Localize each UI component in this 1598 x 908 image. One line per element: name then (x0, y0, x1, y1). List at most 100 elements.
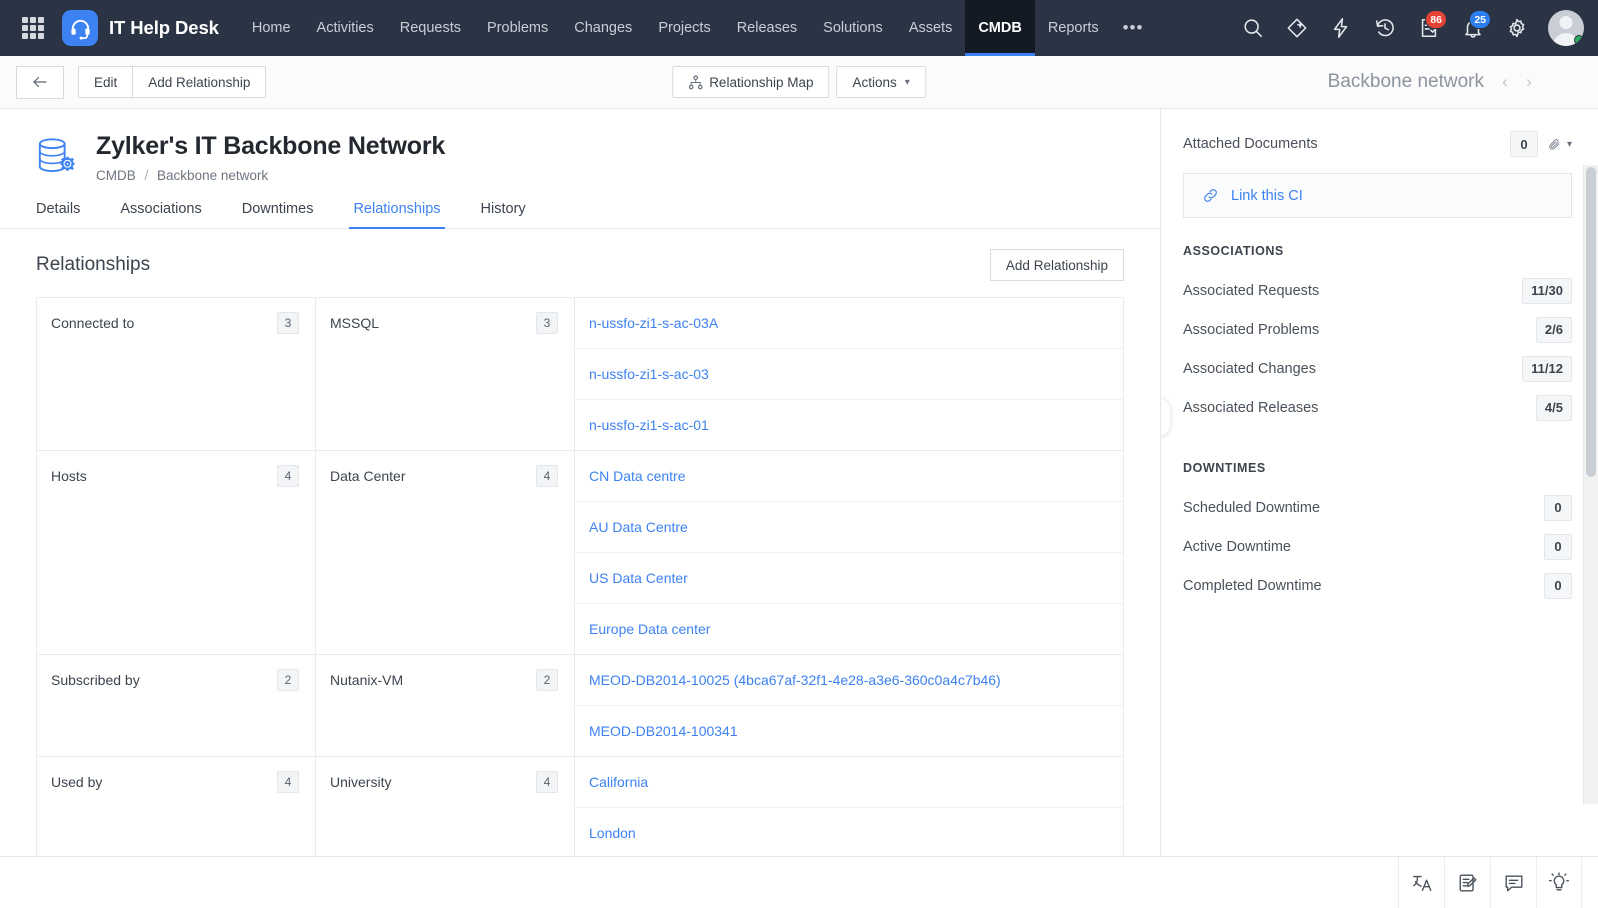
top-nav-actions: 86 25 (1234, 9, 1584, 47)
online-status-dot (1574, 35, 1584, 45)
tab-history[interactable]: History (481, 201, 526, 228)
relationships-table-body: Connected to 3 MSSQL 3 (37, 298, 1124, 857)
page-scrollbar[interactable] (1583, 165, 1598, 804)
ci-type-count: 4 (536, 771, 558, 793)
related-ci-link[interactable]: London (575, 808, 1123, 856)
nav-item-changes[interactable]: Changes (561, 0, 645, 56)
nav-item-problems[interactable]: Problems (474, 0, 561, 56)
app-logo-headset-icon[interactable] (62, 10, 98, 46)
relationship-type-cell: Hosts 4 (37, 451, 316, 655)
tab-details[interactable]: Details (36, 201, 80, 228)
active-downtime-row[interactable]: Active Downtime 0 (1183, 527, 1572, 566)
history-clock-icon[interactable] (1366, 9, 1404, 47)
relationship-type-label: Used by (51, 774, 269, 790)
list-item: MEOD-DB2014-10025 (4bca67af-32f1-4e28-a3… (575, 655, 1123, 706)
related-ci-link[interactable]: n-ussfo-zi1-s-ac-01 (575, 400, 1123, 450)
nav-item-home[interactable]: Home (239, 0, 304, 56)
ci-type-count: 2 (536, 669, 558, 691)
nav-item-projects[interactable]: Projects (645, 0, 723, 56)
attached-documents-row: Attached Documents 0 ▾ (1183, 131, 1572, 173)
associated-problems-row[interactable]: Associated Problems 2/6 (1183, 310, 1572, 349)
search-icon[interactable] (1234, 9, 1272, 47)
attach-file-icon[interactable]: ▾ (1547, 137, 1572, 152)
related-ci-link[interactable]: US Data Center (575, 553, 1123, 603)
nav-item-activities[interactable]: Activities (304, 0, 387, 56)
list-item: MEOD-DB2014-100341 (575, 706, 1123, 756)
record-tabs: Details Associations Downtimes Relations… (0, 201, 1160, 229)
breadcrumb-leaf[interactable]: Backbone network (157, 168, 268, 183)
tab-associations[interactable]: Associations (120, 201, 201, 228)
page-scrollbar-thumb[interactable] (1586, 167, 1596, 477)
ci-type-title: Backbone network (1328, 71, 1484, 93)
relationship-map-button[interactable]: Relationship Map (672, 66, 829, 98)
compose-note-icon[interactable] (1444, 857, 1490, 908)
scheduled-downtime-value: 0 (1544, 495, 1572, 521)
actions-label: Actions (853, 75, 897, 90)
associated-releases-label: Associated Releases (1183, 400, 1536, 416)
nav-item-assets[interactable]: Assets (896, 0, 966, 56)
translate-icon[interactable] (1398, 857, 1444, 908)
associated-changes-row[interactable]: Associated Changes 11/12 (1183, 349, 1572, 388)
related-ci-link[interactable]: California (575, 757, 1123, 807)
next-record-chevron-icon[interactable]: › (1518, 67, 1540, 97)
actions-dropdown-button[interactable]: Actions ▾ (837, 66, 926, 98)
related-ci-link[interactable]: MEOD-DB2014-10025 (4bca67af-32f1-4e28-a3… (575, 655, 1123, 705)
relationship-map-label: Relationship Map (709, 75, 813, 90)
ci-type-cell: Data Center 4 (316, 451, 575, 655)
link-this-ci-button[interactable]: Link this CI (1183, 173, 1572, 218)
quick-actions-bolt-icon[interactable] (1322, 9, 1360, 47)
headset-icon (69, 17, 92, 40)
associations-section-title: ASSOCIATIONS (1183, 244, 1572, 258)
related-ci-link[interactable]: Europe Data center (575, 604, 1123, 654)
back-button[interactable] (16, 66, 64, 99)
nav-item-releases[interactable]: Releases (724, 0, 810, 56)
tab-downtimes[interactable]: Downtimes (242, 201, 314, 228)
related-ci-link[interactable]: MEOD-DB2014-100341 (575, 706, 1123, 756)
record-toolbar: Edit Add Relationship Relationship Map A… (0, 56, 1598, 109)
related-ci-link[interactable]: CN Data centre (575, 451, 1123, 501)
completed-downtime-row[interactable]: Completed Downtime 0 (1183, 566, 1572, 605)
ci-type-cell: MSSQL 3 (316, 298, 575, 451)
approvals-icon[interactable]: 86 (1410, 9, 1448, 47)
chat-bubble-icon[interactable] (1490, 857, 1536, 908)
notifications-bell-icon[interactable]: 25 (1454, 9, 1492, 47)
app-switcher-grid-icon[interactable] (22, 17, 44, 39)
nav-more-icon[interactable]: ••• (1112, 0, 1155, 56)
relationships-table-container: Connected to 3 MSSQL 3 (0, 297, 1160, 856)
associated-releases-row[interactable]: Associated Releases 4/5 (1183, 388, 1572, 427)
relationship-type-cell: Connected to 3 (37, 298, 316, 451)
attached-documents-count: 0 (1510, 131, 1538, 157)
nav-item-cmdb[interactable]: CMDB (965, 0, 1035, 56)
nav-item-reports[interactable]: Reports (1035, 0, 1112, 56)
add-diamond-icon[interactable] (1278, 9, 1316, 47)
breadcrumb-root[interactable]: CMDB (96, 168, 136, 183)
top-navigation-bar: IT Help Desk Home Activities Requests Pr… (0, 0, 1598, 56)
edit-button[interactable]: Edit (78, 66, 133, 98)
list-item: California (575, 757, 1123, 808)
add-relationship-button[interactable]: Add Relationship (990, 249, 1124, 281)
app-title: IT Help Desk (109, 17, 219, 39)
attached-documents-label: Attached Documents (1183, 136, 1510, 152)
tips-lightbulb-icon[interactable] (1536, 857, 1582, 908)
user-avatar[interactable] (1548, 10, 1584, 46)
relationship-type-label: Subscribed by (51, 672, 269, 688)
nav-item-solutions[interactable]: Solutions (810, 0, 896, 56)
related-ci-link[interactable]: n-ussfo-zi1-s-ac-03 (575, 349, 1123, 399)
previous-record-chevron-icon[interactable]: ‹ (1494, 67, 1516, 97)
active-downtime-label: Active Downtime (1183, 539, 1544, 555)
related-ci-link[interactable]: n-ussfo-zi1-s-ac-03A (575, 298, 1123, 348)
nav-item-requests[interactable]: Requests (387, 0, 474, 56)
paperclip-icon (1547, 137, 1562, 152)
ci-header: Zylker's IT Backbone Network CMDB / Back… (0, 109, 1160, 183)
related-ci-link[interactable]: AU Data Centre (575, 502, 1123, 552)
expand-panel-chevron-icon[interactable]: › (1161, 397, 1171, 437)
add-relationship-toolbar-button[interactable]: Add Relationship (133, 66, 266, 98)
tab-relationships[interactable]: Relationships (353, 201, 440, 228)
associated-requests-row[interactable]: Associated Requests 11/30 (1183, 271, 1572, 310)
breadcrumb-separator: / (145, 168, 149, 183)
settings-gear-icon[interactable] (1498, 9, 1536, 47)
downtimes-section-title: DOWNTIMES (1183, 461, 1572, 475)
scheduled-downtime-row[interactable]: Scheduled Downtime 0 (1183, 488, 1572, 527)
ci-type-count: 3 (536, 312, 558, 334)
associated-problems-label: Associated Problems (1183, 322, 1536, 338)
